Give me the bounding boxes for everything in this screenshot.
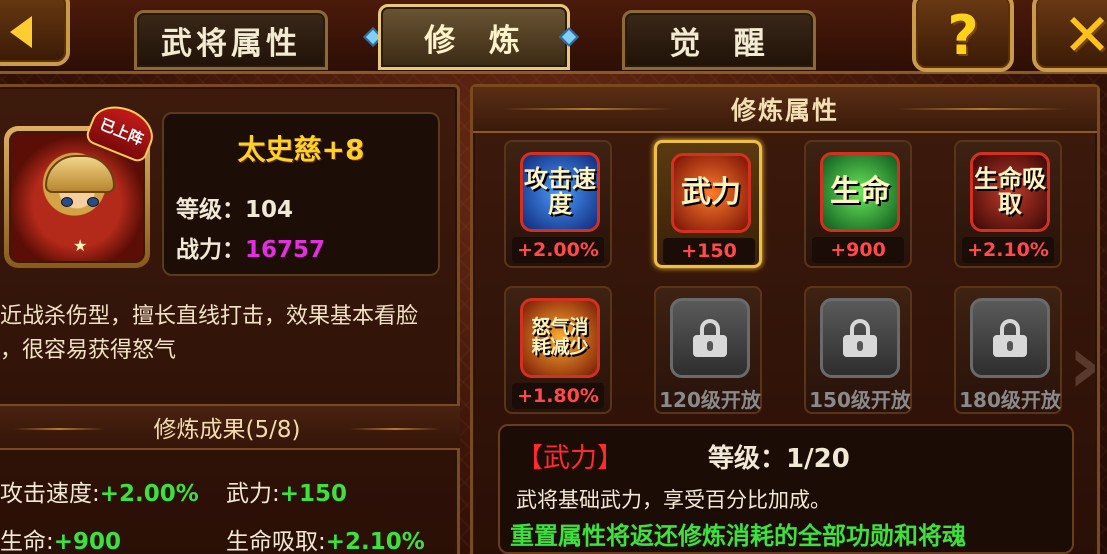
slot-attack-speed[interactable]: 攻击速度 +2.00% <box>504 140 612 268</box>
hero-level-row: 等级：104 <box>176 190 293 224</box>
hero-description: 近战杀伤型，擅长直线打击，效果基本看脸 ，很容易获得怒气 <box>0 300 460 368</box>
lock-icon <box>693 319 727 357</box>
helmet-graphic <box>45 155 115 193</box>
result-value: +150 <box>279 481 348 507</box>
hero-name: 太史慈+8 <box>237 133 365 166</box>
tab-label: 修 炼 <box>424 22 524 59</box>
lock-icon <box>993 319 1027 357</box>
result-attack-speed: 攻击速度:+2.00% <box>0 474 199 508</box>
result-label: 攻击速度: <box>0 481 100 507</box>
hero-power-row: 战力：16757 <box>176 230 325 264</box>
slot-value: +2.00% <box>512 237 604 263</box>
force-icon: 武力 <box>671 153 751 233</box>
attack-speed-icon: 攻击速度 <box>520 152 600 232</box>
detail-reset-note: 重置属性将返还修炼消耗的全部功勋和将魂 <box>510 522 966 550</box>
locked-slot-icon <box>670 298 750 378</box>
result-life-steal: 生命吸取:+2.10% <box>226 522 425 554</box>
slot-value: +1.80% <box>512 383 604 409</box>
result-force: 武力:+150 <box>226 474 347 508</box>
lock-icon <box>843 319 877 357</box>
eye-graphic <box>61 197 73 207</box>
power-label: 战力： <box>176 237 245 263</box>
slot-life[interactable]: 生命 +900 <box>804 140 912 268</box>
slot-force[interactable]: 武力 +150 <box>654 140 762 268</box>
description-line: 近战杀伤型，擅长直线打击，效果基本看脸 <box>0 304 419 329</box>
description-line: ，很容易获得怒气 <box>0 338 177 363</box>
tab-training[interactable]: 修 炼 <box>378 4 570 70</box>
training-result-header: 修炼成果(5/8) <box>0 404 460 450</box>
result-life: 生命:+900 <box>0 522 121 554</box>
unlock-level-text: 150级开放 <box>809 388 911 412</box>
slot-rage-reduce[interactable]: 怒气消耗减少 +1.80% <box>504 286 612 414</box>
result-value: +2.10% <box>325 529 425 554</box>
power-value: 16757 <box>245 237 326 263</box>
tab-awaken[interactable]: 觉 醒 <box>622 10 816 70</box>
detail-level: 等级：1/20 <box>708 438 850 475</box>
slot-life-steal[interactable]: 生命吸取 +2.10% <box>954 140 1062 268</box>
detail-level-value: 1/20 <box>786 444 850 474</box>
result-value: +900 <box>53 529 122 554</box>
result-label: 生命: <box>0 529 54 554</box>
slot-value: +900 <box>812 237 904 263</box>
tab-label: 武将属性 <box>161 25 301 62</box>
close-button[interactable]: ✕ <box>1032 0 1107 72</box>
hero-info-box: 太史慈+8 等级：104 战力：16757 <box>162 112 440 276</box>
tab-hero-attributes[interactable]: 武将属性 <box>134 10 328 70</box>
help-button[interactable]: ? <box>912 0 1014 72</box>
detail-attribute-name: 【武力】 <box>516 443 624 474</box>
next-page-arrow-icon[interactable]: › <box>1068 318 1101 411</box>
eye-graphic <box>87 197 99 207</box>
locked-slot-icon <box>970 298 1050 378</box>
close-icon: ✕ <box>1062 1 1107 69</box>
slot-locked-150[interactable]: 150级开放 <box>804 286 912 414</box>
life-icon: 生命 <box>820 152 900 232</box>
level-label: 等级： <box>176 197 245 223</box>
locked-slot-icon <box>820 298 900 378</box>
result-label: 武力: <box>226 481 280 507</box>
rage-reduce-icon: 怒气消耗减少 <box>520 298 600 378</box>
training-attr-title: 修炼属性 <box>730 96 839 125</box>
tab-label: 觉 醒 <box>669 25 769 62</box>
life-steal-icon: 生命吸取 <box>970 152 1050 232</box>
result-value: +2.00% <box>99 481 199 507</box>
question-mark-icon: ? <box>947 3 979 67</box>
training-attr-header: 修炼属性 <box>473 87 1097 133</box>
slot-locked-120[interactable]: 120级开放 <box>654 286 762 414</box>
detail-level-label: 等级： <box>708 444 787 474</box>
star-icon: ★ <box>73 236 88 255</box>
back-button[interactable] <box>0 0 70 66</box>
unlock-level-text: 180级开放 <box>959 388 1061 412</box>
slot-value: +2.10% <box>962 237 1054 263</box>
back-arrow-icon <box>10 16 32 48</box>
level-value: 104 <box>245 197 294 223</box>
slot-locked-180[interactable]: 180级开放 <box>954 286 1062 414</box>
unlock-level-text: 120级开放 <box>659 388 761 412</box>
attribute-detail-box: 【武力】 等级：1/20 武将基础武力，享受百分比加成。 重置属性将返还修炼消耗… <box>498 424 1074 554</box>
training-result-title: 修炼成果(5/8) <box>153 417 301 443</box>
result-label: 生命吸取: <box>226 529 326 554</box>
slot-value: +150 <box>663 238 755 264</box>
detail-description: 武将基础武力，享受百分比加成。 <box>516 488 831 512</box>
